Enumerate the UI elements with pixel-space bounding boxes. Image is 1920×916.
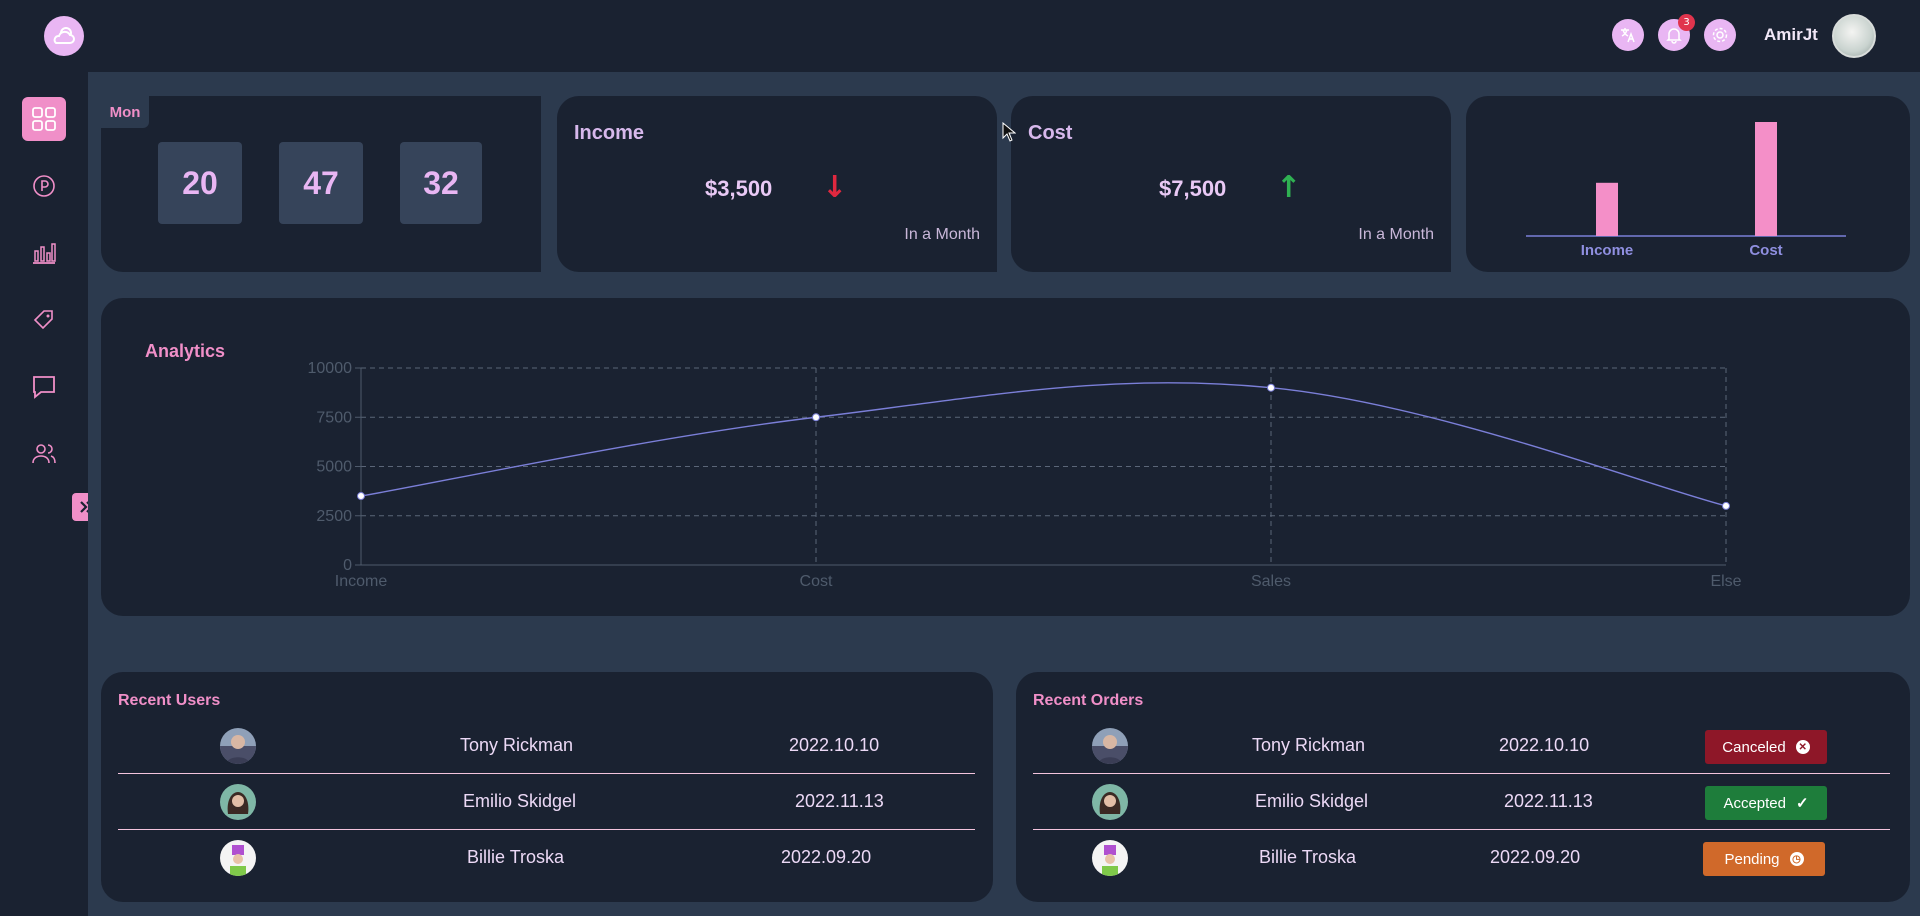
y-tick-label: 2500 [316, 508, 352, 525]
status-label: Accepted [1723, 794, 1786, 812]
y-tick-label: 5000 [316, 459, 352, 476]
clock-card: Mon 20 47 32 [101, 96, 541, 272]
mini-bar-chart-card: Income Cost [1466, 96, 1910, 272]
status-badge[interactable]: Accepted ✓ [1705, 786, 1827, 820]
status-label: Pending [1724, 850, 1780, 868]
parking-icon [33, 175, 55, 197]
income-period: In a Month [904, 226, 980, 243]
order-customer-name: Tony Rickman [1252, 735, 1366, 755]
sidebar-item-parking[interactable] [22, 164, 66, 208]
avatar [1092, 840, 1128, 876]
user-name: Emilio Skidgel [463, 791, 577, 811]
clock-hours: 20 [158, 142, 242, 224]
cost-title: Cost [1028, 122, 1073, 144]
user-name: Tony Rickman [460, 735, 574, 755]
avatar [1092, 728, 1128, 764]
recent-users-card: Recent Users Tony Rickman 2022.10.10 Emi… [101, 672, 993, 902]
income-amount: $3,500 [705, 176, 773, 201]
arrow-up-icon: ↑ [1276, 170, 1302, 205]
data-point[interactable] [1267, 383, 1275, 392]
sidebar-item-analytics[interactable] [22, 231, 66, 275]
user-name: Billie Troska [467, 847, 565, 867]
bar-chart-icon [33, 243, 56, 264]
table-row[interactable]: Billie Troska 2022.09.20 Pending ◷ [1033, 830, 1890, 886]
mouse-cursor-icon [1002, 122, 1016, 142]
tick-label: Cost [1749, 242, 1782, 259]
recent-orders-title: Recent Orders [1033, 692, 1144, 709]
clock-icon: ◷ [1789, 852, 1804, 866]
avatar [220, 728, 256, 764]
users-icon [32, 444, 56, 464]
analytics-card: Analytics 0 2500 5000 7500 10000 Income Cost Sa… [101, 298, 1910, 616]
data-point[interactable] [357, 492, 365, 501]
table-row[interactable]: Tony Rickman 2022.10.10 [118, 718, 975, 774]
recent-orders-card: Recent Orders Tony Rickman 2022.10.10 Ca… [1016, 672, 1910, 902]
order-customer-name: Emilio Skidgel [1255, 791, 1369, 811]
x-tick-label: Else [1710, 573, 1741, 590]
table-row[interactable]: Billie Troska 2022.09.20 [118, 830, 975, 886]
table-row[interactable]: Emilio Skidgel 2022.11.13 [118, 774, 975, 830]
x-tick-label: Cost [800, 573, 833, 590]
translate-icon[interactable] [1612, 19, 1644, 51]
sidebar-item-dashboard[interactable] [22, 97, 66, 141]
cost-amount: $7,500 [1159, 176, 1227, 201]
top-bar: 3 AmirJt [0, 0, 1920, 72]
y-tick-label: 7500 [316, 409, 352, 426]
order-date: 2022.11.13 [1504, 791, 1593, 811]
order-date: 2022.10.10 [1499, 735, 1590, 755]
close-circle-icon: ✕ [1795, 740, 1810, 754]
y-tick-label: 0 [343, 557, 352, 574]
data-point[interactable] [1722, 501, 1730, 510]
clock-seconds: 32 [400, 142, 482, 224]
order-date: 2022.09.20 [1490, 847, 1581, 867]
status-badge[interactable]: Canceled ✕ [1705, 730, 1827, 764]
status-label: Canceled [1722, 738, 1786, 756]
username[interactable]: AmirJt [1764, 25, 1818, 45]
avatar[interactable] [1832, 14, 1876, 58]
avatar [1092, 784, 1128, 820]
user-date: 2022.11.13 [795, 791, 884, 811]
cost-card: Cost $7,500 ↑ In a Month [1011, 96, 1451, 272]
avatar [220, 784, 256, 820]
recent-users-title: Recent Users [118, 692, 221, 709]
cost-period: In a Month [1358, 226, 1434, 243]
series-line [360, 382, 1727, 507]
weather-logo-icon[interactable] [44, 16, 84, 56]
tag-icon [33, 310, 53, 330]
y-tick-label: 10000 [308, 360, 353, 377]
table-row[interactable]: Tony Rickman 2022.10.10 Canceled ✕ [1033, 718, 1890, 774]
x-tick-label: Sales [1251, 573, 1291, 590]
status-badge[interactable]: Pending ◷ [1703, 842, 1825, 876]
analytics-title: Analytics [145, 341, 226, 361]
clock-minutes: 47 [279, 142, 363, 224]
mini-bar-chart: Income Cost [1526, 122, 1846, 259]
chat-icon [33, 376, 55, 399]
day-label: Mon [101, 96, 149, 128]
bell-icon[interactable]: 3 [1658, 14, 1695, 51]
bar [1596, 182, 1618, 236]
sidebar-item-tags[interactable] [22, 298, 66, 342]
arrow-down-icon: ↓ [822, 170, 848, 205]
income-card: Income $3,500 ↓ In a Month [557, 96, 997, 272]
notification-badge: 3 [1678, 14, 1695, 31]
income-title: Income [574, 122, 645, 144]
avatar [220, 840, 256, 876]
gear-icon[interactable] [1704, 19, 1736, 51]
sidebar-item-messages[interactable] [22, 365, 66, 409]
table-row[interactable]: Emilio Skidgel 2022.11.13 Accepted ✓ [1033, 774, 1890, 830]
check-icon: ✓ [1795, 795, 1809, 812]
analytics-line-chart: 0 2500 5000 7500 10000 Income Cost Sales Else [308, 360, 1742, 590]
user-date: 2022.10.10 [789, 735, 880, 755]
main-content: Mon 20 47 32 Income $3,500 ↓ In a Month … [88, 72, 1920, 916]
order-customer-name: Billie Troska [1259, 847, 1357, 867]
data-point[interactable] [812, 413, 820, 422]
sidebar-item-users[interactable] [22, 432, 66, 476]
x-tick-label: Income [335, 573, 388, 590]
tick-label: Income [1581, 242, 1634, 259]
bar [1755, 122, 1777, 236]
dashboard-grid-icon [32, 107, 56, 131]
user-date: 2022.09.20 [781, 847, 872, 867]
